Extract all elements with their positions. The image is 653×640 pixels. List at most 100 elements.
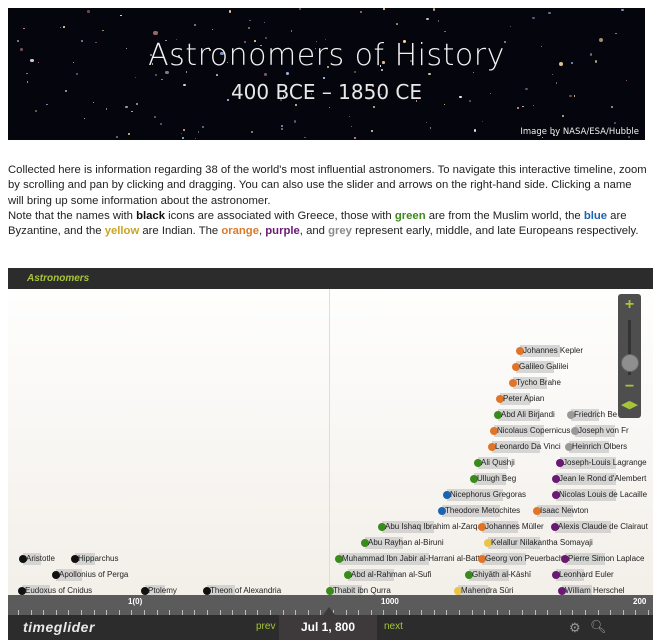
event-label[interactable]: Heinrich Olbers (572, 442, 627, 451)
event-abd-ali-birjandi[interactable]: Abd Ali Birjandi (494, 409, 555, 421)
event-label[interactable]: Abu Rayhan al-Biruni (368, 538, 444, 547)
star-dot (510, 25, 512, 28)
event-peter-apian[interactable]: Peter Apian (496, 393, 544, 405)
event-label[interactable]: Johannes Kepler (523, 346, 583, 355)
event-label[interactable]: Johannes Müller (485, 522, 544, 531)
event-label[interactable]: Abd Ali Birjandi (501, 410, 555, 419)
event-tycho-brahe[interactable]: Tycho Brahe (509, 377, 561, 389)
event-aristotle[interactable]: Aristotle (19, 553, 55, 565)
event-label[interactable]: William Herschel (565, 586, 625, 595)
star-dot (349, 115, 351, 118)
event-label[interactable]: Muhammad Ibn Jabir al-Harrani al-Battani (342, 554, 491, 563)
event-label[interactable]: Isaac Newton (540, 506, 588, 515)
star-dot (127, 133, 130, 136)
event-hipparchus[interactable]: Hipparchus (71, 553, 118, 565)
event-label[interactable]: Joseph von Fr (578, 426, 629, 435)
focus-date-display[interactable]: Jul 1, 800 (279, 615, 377, 640)
zoom-out-button[interactable]: − (618, 378, 641, 396)
event-jean-le-rond-d-alembert[interactable]: Jean le Rond d'Alembert (552, 473, 646, 485)
event-label[interactable]: Ptolemy (148, 586, 177, 595)
event-ghiy-th-al-k-sh-[interactable]: Ghiyāth al-Kāshī (465, 569, 531, 581)
star-dot (229, 10, 232, 13)
pan-arrows-icon[interactable]: ◀▶ (618, 398, 641, 411)
event-label[interactable]: Abd al-Rahman al-Sufi (351, 570, 431, 579)
event-label[interactable]: Kelallur Nilakantha Somayaji (491, 538, 593, 547)
next-button[interactable]: next (384, 621, 403, 632)
event-ullugh-beg[interactable]: Ullugh Beg (470, 473, 516, 485)
ruler-label-0: 1(0) (128, 597, 143, 606)
event-label[interactable]: Tycho Brahe (516, 378, 561, 387)
event-theodore-metochites[interactable]: Theodore Metochites (438, 505, 520, 517)
event-label[interactable]: Friedrich Be (574, 410, 617, 419)
event-abu-rayhan-al-biruni[interactable]: Abu Rayhan al-Biruni (361, 537, 444, 549)
event-apollonius-of-perga[interactable]: Apollonius of Perga (52, 569, 128, 581)
event-label[interactable]: Georg von Peuerbach (485, 554, 563, 563)
event-leonardo-da-vinci[interactable]: Leonardo Da Vinci (488, 441, 561, 453)
event-label[interactable]: Abu Ishaq Ibrahim al-Zarqali (385, 522, 486, 531)
event-label[interactable]: Galileo Galilei (519, 362, 568, 371)
event-label[interactable]: Theon of Alexandria (210, 586, 281, 595)
event-label[interactable]: Ghiyāth al-Kāshī (472, 570, 531, 579)
event-label[interactable]: Ullugh Beg (477, 474, 516, 483)
event-label[interactable]: Joseph-Louis Lagrange (563, 458, 647, 467)
event-label[interactable]: Nicolas Louis de Lacaille (559, 490, 647, 499)
event-muhammad-ibn-jabir-al-harrani-al-battani[interactable]: Muhammad Ibn Jabir al-Harrani al-Battani (335, 553, 491, 565)
event-label[interactable]: Jean le Rond d'Alembert (559, 474, 646, 483)
event-label[interactable]: Eudoxus of Cnidus (25, 586, 92, 595)
legend-purple: purple (265, 225, 300, 238)
event-heinrich-olbers[interactable]: Heinrich Olbers (565, 441, 627, 453)
event-abd-al-rahman-al-sufi[interactable]: Abd al-Rahman al-Sufi (344, 569, 431, 581)
prev-button[interactable]: prev (256, 621, 275, 632)
star-dot (250, 130, 254, 134)
banner-title: Astronomers of History (148, 38, 505, 73)
star-dot (23, 28, 25, 30)
legend-black: black (136, 209, 165, 222)
event-label[interactable]: Leonhard Euler (559, 570, 614, 579)
zoom-slider-handle[interactable] (621, 354, 639, 372)
event-label[interactable]: Theodore Metochites (445, 506, 520, 515)
event-joseph-von-fr[interactable]: Joseph von Fr (571, 425, 629, 437)
event-label[interactable]: Apollonius of Perga (59, 570, 128, 579)
event-ali-qushji[interactable]: Ali Qushji (474, 457, 515, 469)
event-label[interactable]: Leonardo Da Vinci (495, 442, 561, 451)
event-nicolaus-copernicus[interactable]: Nicolaus Copernicus (490, 425, 570, 437)
event-leonhard-euler[interactable]: Leonhard Euler (552, 569, 614, 581)
gear-icon[interactable]: ⚙ (569, 620, 581, 636)
zoom-in-button[interactable]: + (618, 296, 641, 314)
event-label[interactable]: Mahendra Sūri (461, 586, 513, 595)
event-galileo-galilei[interactable]: Galileo Galilei (512, 361, 568, 373)
event-label[interactable]: Ali Qushji (481, 458, 515, 467)
event-pierre-simon-laplace[interactable]: Pierre Simon Laplace (561, 553, 644, 565)
event-label[interactable]: Hipparchus (78, 554, 118, 563)
search-icon[interactable]: 🔍︎ (590, 619, 607, 635)
event-label[interactable]: Peter Apian (503, 394, 544, 403)
focus-caret (323, 607, 335, 615)
star-dot (86, 9, 90, 13)
event-nicolas-louis-de-lacaille[interactable]: Nicolas Louis de Lacaille (552, 489, 647, 501)
event-kelallur-nilakantha-somayaji[interactable]: Kelallur Nilakantha Somayaji (484, 537, 593, 549)
event-abu-ishaq-ibrahim-al-zarqali[interactable]: Abu Ishaq Ibrahim al-Zarqali (378, 521, 486, 533)
star-dot (473, 129, 477, 132)
star-dot (354, 136, 357, 140)
event-johannes-kepler[interactable]: Johannes Kepler (516, 345, 583, 357)
star-dot (481, 120, 483, 122)
star-dot (59, 26, 62, 29)
event-label[interactable]: Thabit ibn Qurra (333, 586, 391, 595)
event-alexis-claude-de-clairaut[interactable]: Alexis Claude de Clairaut (551, 521, 648, 533)
event-label[interactable]: Pierre Simon Laplace (568, 554, 644, 563)
event-georg-von-peuerbach[interactable]: Georg von Peuerbach (478, 553, 563, 565)
event-label[interactable]: Nicephorus Gregoras (450, 490, 526, 499)
star-dot (290, 30, 292, 32)
event-nicephorus-gregoras[interactable]: Nicephorus Gregoras (443, 489, 526, 501)
star-dot (46, 104, 48, 106)
timeline-widget[interactable]: Astronomers Johannes Kepler Galileo Galil… (8, 268, 653, 640)
star-dot (159, 122, 162, 126)
event-isaac-newton[interactable]: Isaac Newton (533, 505, 588, 517)
event-johannes-m-ller[interactable]: Johannes Müller (478, 521, 544, 533)
zoom-control[interactable]: + − ◀▶ (618, 294, 641, 418)
event-joseph-louis-lagrange[interactable]: Joseph-Louis Lagrange (556, 457, 647, 469)
event-friedrich-be[interactable]: Friedrich Be (567, 409, 617, 421)
event-label[interactable]: Alexis Claude de Clairaut (558, 522, 648, 531)
event-label[interactable]: Nicolaus Copernicus (497, 426, 570, 435)
event-label[interactable]: Aristotle (26, 554, 55, 563)
